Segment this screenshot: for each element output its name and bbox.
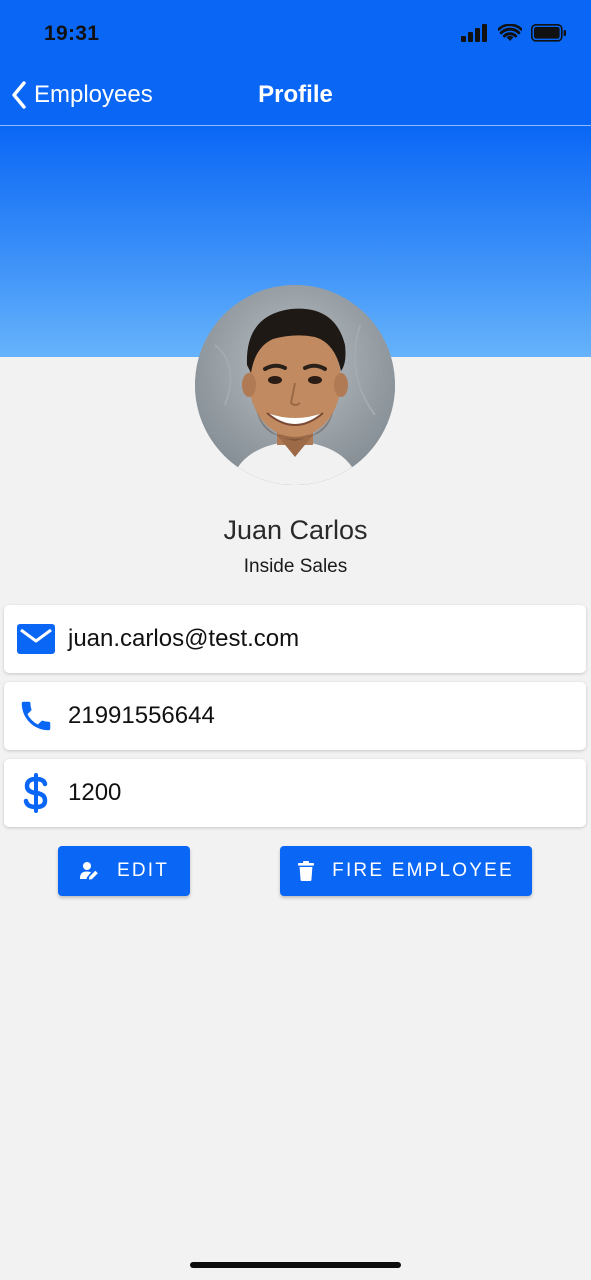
page-title: Profile (258, 81, 333, 108)
mail-icon (4, 623, 68, 655)
signal-icon (461, 24, 487, 42)
fire-employee-button[interactable]: FIRE EMPLOYEE (280, 846, 532, 896)
phone-icon (4, 697, 68, 735)
phone-value[interactable]: 21991556644 (68, 702, 215, 730)
email-value[interactable]: juan.carlos@test.com (68, 625, 299, 653)
status-icons (461, 24, 567, 42)
trash-icon (298, 861, 315, 881)
phone-card: 21991556644 (4, 682, 586, 750)
edit-button[interactable]: EDIT (58, 846, 190, 896)
edit-user-icon (79, 862, 98, 880)
profile-name: Juan Carlos (223, 515, 368, 545)
home-indicator[interactable] (190, 1262, 401, 1268)
profile-role: Inside Sales (243, 556, 348, 577)
wifi-icon (498, 24, 522, 41)
battery-icon (531, 24, 566, 42)
nav-bar: Employees Profile (0, 70, 591, 126)
status-time: 19:31 (44, 22, 100, 45)
salary-value[interactable]: 1200 (68, 779, 121, 807)
email-card: juan.carlos@test.com (4, 605, 586, 673)
fire-employee-button-label: FIRE EMPLOYEE (332, 860, 514, 881)
salary-card: 1200 (4, 759, 586, 827)
status-bar: 19:31 (0, 0, 591, 70)
avatar (195, 285, 395, 485)
app-header: 19:31 Employees Profile (0, 0, 591, 126)
dollar-icon (4, 773, 68, 813)
edit-button-label: EDIT (116, 860, 170, 881)
